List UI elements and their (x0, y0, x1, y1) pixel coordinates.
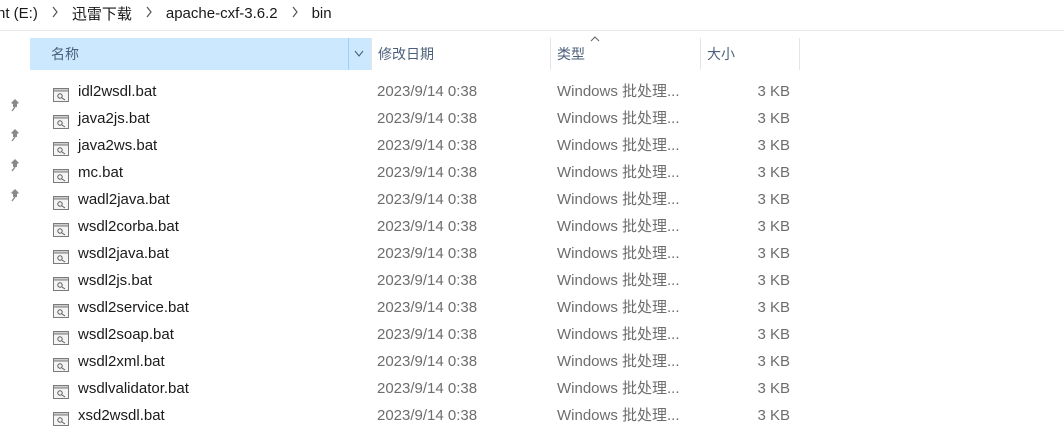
file-size: 3 KB (757, 353, 790, 370)
file-size: 3 KB (757, 137, 790, 154)
file-name[interactable]: wsdl2corba.bat (78, 213, 179, 240)
file-name[interactable]: wsdl2soap.bat (78, 321, 174, 348)
file-name[interactable]: wsdlvalidator.bat (78, 375, 189, 402)
breadcrumb: nt (E:) 迅雷下载 apache-cxf-3.6.2 bin (0, 0, 1064, 26)
batch-file-icon (53, 327, 69, 345)
file-row[interactable]: java2ws.bat 2023/9/14 0:38 Windows 批处理..… (0, 132, 1064, 159)
file-name[interactable]: java2ws.bat (78, 132, 157, 159)
breadcrumb-folder-downloads[interactable]: 迅雷下载 (72, 3, 140, 24)
file-date: 2023/9/14 0:38 (377, 299, 478, 316)
batch-file-icon (53, 111, 69, 129)
file-type: Windows 批处理... (557, 299, 680, 316)
file-date: 2023/9/14 0:38 (377, 326, 478, 343)
file-type: Windows 批处理... (557, 326, 680, 343)
batch-file-icon (53, 138, 69, 156)
file-name[interactable]: wsdl2xml.bat (78, 348, 165, 375)
file-row[interactable]: wsdl2soap.bat 2023/9/14 0:38 Windows 批处理… (0, 321, 1064, 348)
batch-file-icon (53, 165, 69, 183)
batch-file-icon (53, 273, 69, 291)
file-row[interactable]: wsdl2service.bat 2023/9/14 0:38 Windows … (0, 294, 1064, 321)
breadcrumb-folder-cxf[interactable]: apache-cxf-3.6.2 (166, 5, 286, 22)
file-date: 2023/9/14 0:38 (377, 83, 478, 100)
chevron-down-icon[interactable] (348, 38, 369, 70)
file-name[interactable]: java2js.bat (78, 105, 150, 132)
file-size: 3 KB (757, 191, 790, 208)
file-size: 3 KB (757, 299, 790, 316)
file-date: 2023/9/14 0:38 (377, 191, 478, 208)
file-date: 2023/9/14 0:38 (377, 272, 478, 289)
column-header-date-label: 修改日期 (378, 46, 434, 62)
chevron-right-icon[interactable] (46, 5, 64, 21)
batch-file-icon (53, 354, 69, 372)
file-row[interactable]: wsdl2xml.bat 2023/9/14 0:38 Windows 批处理.… (0, 348, 1064, 375)
batch-file-icon (53, 219, 69, 237)
file-name[interactable]: wsdl2js.bat (78, 267, 152, 294)
file-name[interactable]: xsd2wsdl.bat (78, 402, 165, 429)
batch-file-icon (53, 246, 69, 264)
file-date: 2023/9/14 0:38 (377, 245, 478, 262)
file-date: 2023/9/14 0:38 (377, 218, 478, 235)
file-row[interactable]: idl2wsdl.bat 2023/9/14 0:38 Windows 批处理.… (0, 78, 1064, 105)
file-date: 2023/9/14 0:38 (377, 164, 478, 181)
file-row[interactable]: wsdl2js.bat 2023/9/14 0:38 Windows 批处理..… (0, 267, 1064, 294)
batch-file-icon (53, 408, 69, 426)
divider (0, 30, 1064, 31)
file-row[interactable]: xsd2wsdl.bat 2023/9/14 0:38 Windows 批处理.… (0, 402, 1064, 429)
column-header-name[interactable]: 名称 (30, 38, 371, 70)
file-name[interactable]: wsdl2java.bat (78, 240, 169, 267)
file-size: 3 KB (757, 407, 790, 424)
file-type: Windows 批处理... (557, 218, 680, 235)
file-type: Windows 批处理... (557, 380, 680, 397)
column-header-name-label: 名称 (51, 46, 79, 62)
file-date: 2023/9/14 0:38 (377, 380, 478, 397)
file-size: 3 KB (757, 110, 790, 127)
file-date: 2023/9/14 0:38 (377, 407, 478, 424)
file-name[interactable]: wsdl2service.bat (78, 294, 189, 321)
column-header-size-label: 大小 (707, 46, 735, 62)
file-type: Windows 批处理... (557, 83, 680, 100)
chevron-right-icon[interactable] (140, 5, 158, 21)
breadcrumb-drive[interactable]: nt (E:) (0, 5, 46, 22)
file-name[interactable]: mc.bat (78, 159, 123, 186)
file-type: Windows 批处理... (557, 245, 680, 262)
batch-file-icon (53, 192, 69, 210)
file-type: Windows 批处理... (557, 110, 680, 127)
file-date: 2023/9/14 0:38 (377, 110, 478, 127)
file-size: 3 KB (757, 326, 790, 343)
batch-file-icon (53, 84, 69, 102)
column-header-type[interactable]: 类型 (550, 38, 700, 70)
column-header-date[interactable]: 修改日期 (371, 38, 551, 70)
file-date: 2023/9/14 0:38 (377, 353, 478, 370)
batch-file-icon (53, 300, 69, 318)
file-row[interactable]: wsdlvalidator.bat 2023/9/14 0:38 Windows… (0, 375, 1064, 402)
file-type: Windows 批处理... (557, 407, 680, 424)
file-size: 3 KB (757, 245, 790, 262)
file-name[interactable]: wadl2java.bat (78, 186, 170, 213)
batch-file-icon (53, 381, 69, 399)
file-list: idl2wsdl.bat 2023/9/14 0:38 Windows 批处理.… (0, 78, 1064, 429)
file-size: 3 KB (757, 164, 790, 181)
file-row[interactable]: wsdl2java.bat 2023/9/14 0:38 Windows 批处理… (0, 240, 1064, 267)
column-header-size[interactable]: 大小 (700, 38, 800, 70)
file-type: Windows 批处理... (557, 272, 680, 289)
file-type: Windows 批处理... (557, 164, 680, 181)
file-size: 3 KB (757, 272, 790, 289)
column-header-row: 名称 修改日期 类型 大小 (30, 38, 800, 70)
chevron-right-icon[interactable] (286, 5, 304, 21)
file-type: Windows 批处理... (557, 137, 680, 154)
file-size: 3 KB (757, 218, 790, 235)
file-row[interactable]: mc.bat 2023/9/14 0:38 Windows 批处理... 3 K… (0, 159, 1064, 186)
file-type: Windows 批处理... (557, 191, 680, 208)
column-header-type-label: 类型 (557, 46, 585, 62)
file-name[interactable]: idl2wsdl.bat (78, 78, 156, 105)
file-date: 2023/9/14 0:38 (377, 137, 478, 154)
breadcrumb-folder-bin[interactable]: bin (312, 5, 340, 22)
file-row[interactable]: wadl2java.bat 2023/9/14 0:38 Windows 批处理… (0, 186, 1064, 213)
file-type: Windows 批处理... (557, 353, 680, 370)
file-size: 3 KB (757, 380, 790, 397)
file-size: 3 KB (757, 83, 790, 100)
file-row[interactable]: wsdl2corba.bat 2023/9/14 0:38 Windows 批处… (0, 213, 1064, 240)
file-row[interactable]: java2js.bat 2023/9/14 0:38 Windows 批处理..… (0, 105, 1064, 132)
